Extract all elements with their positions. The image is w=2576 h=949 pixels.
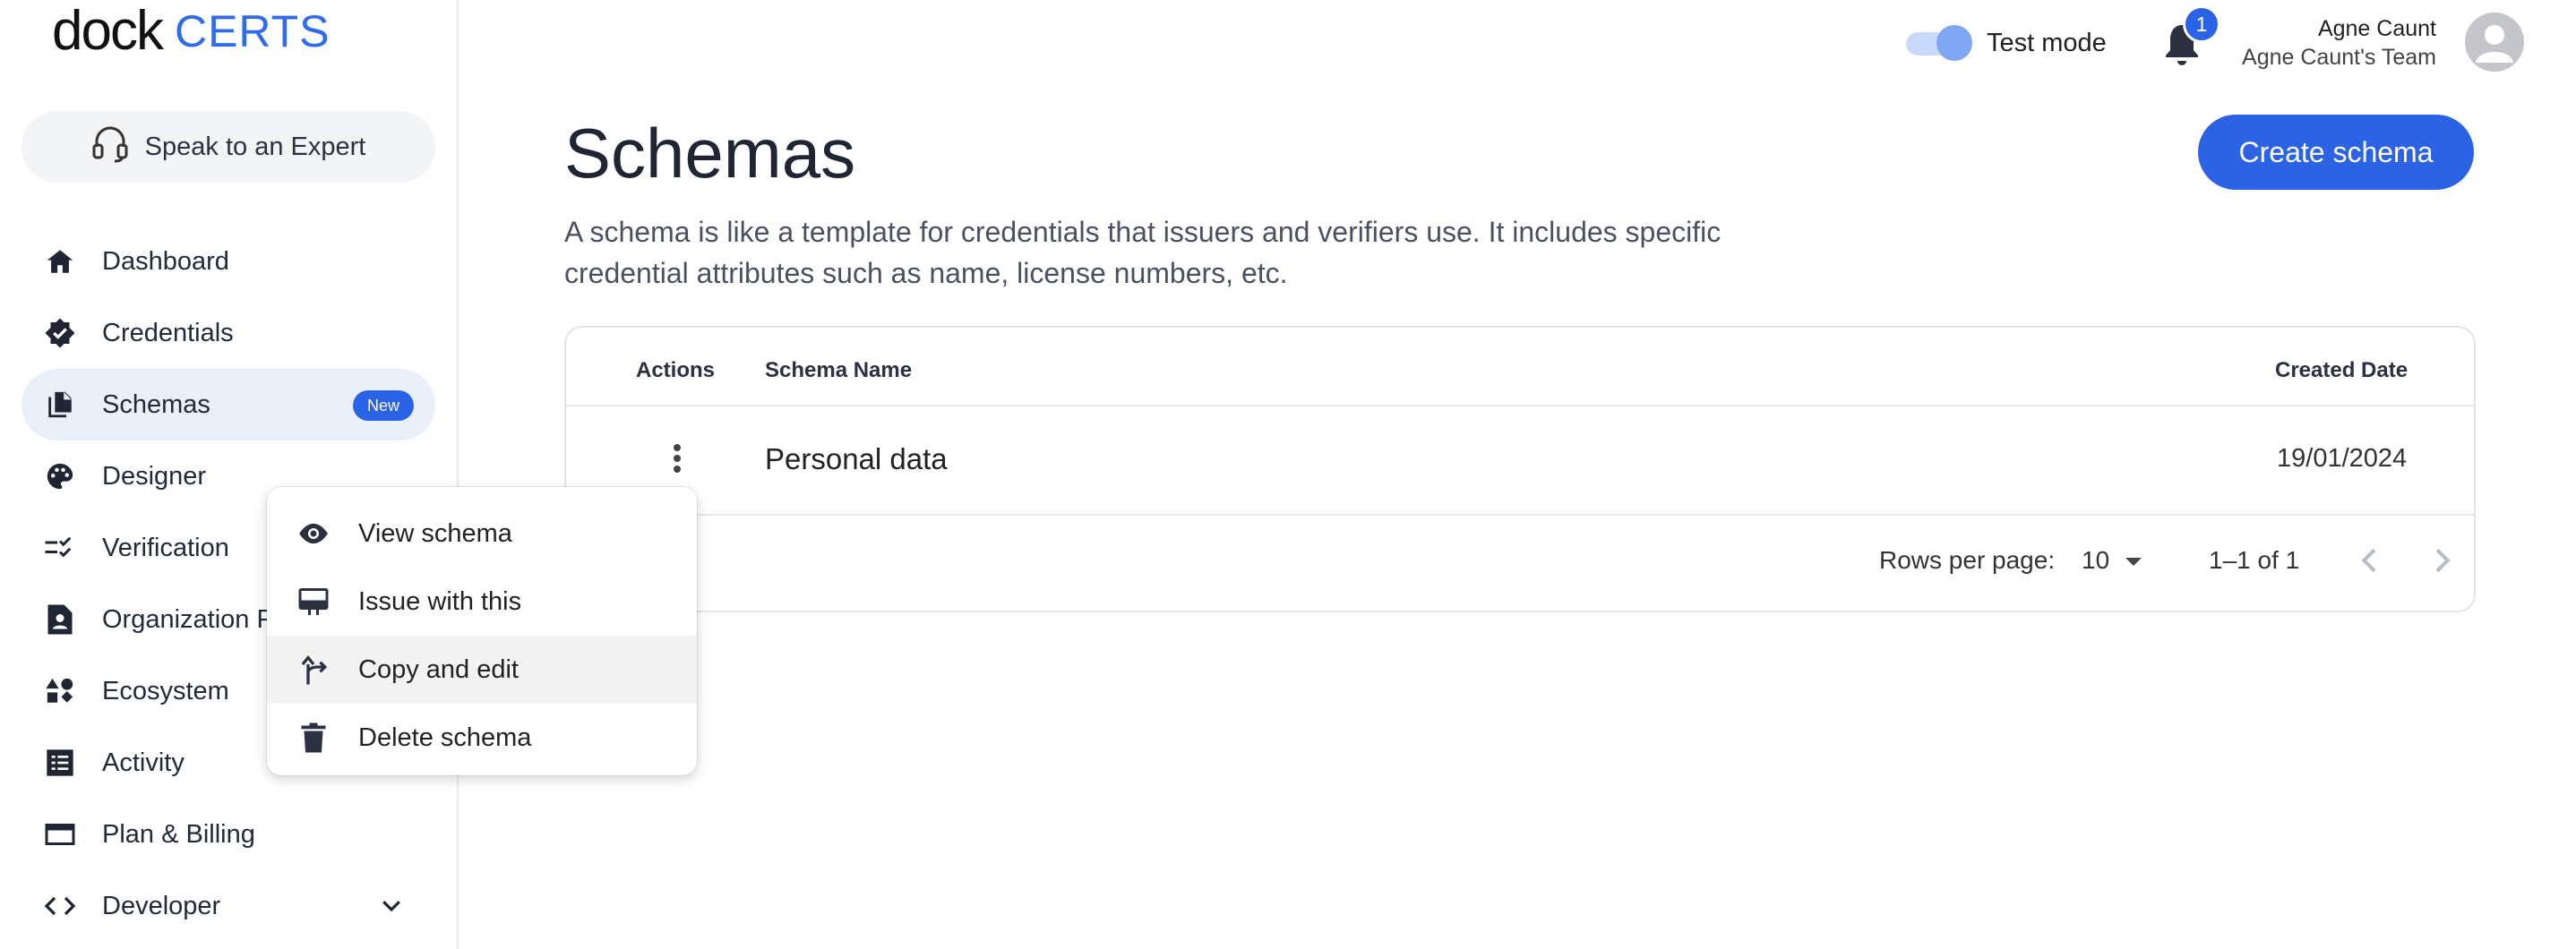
sidebar-item-label: Ecosystem [102, 676, 229, 705]
logo-secondary: CERTS [174, 6, 331, 56]
page-description: A schema is like a template for credenti… [564, 216, 1722, 289]
chevron-left-icon[interactable] [2352, 543, 2388, 578]
sidebar-item-label: Developer [102, 891, 221, 920]
user-name: Agne Caunt [2317, 16, 2436, 41]
sidebar-item-label: Activity [102, 748, 185, 777]
card-icon [43, 817, 77, 851]
dock-certs-logo[interactable]: dock CERTS [52, 0, 331, 63]
header-divider [566, 405, 2474, 406]
page-title: Schemas [564, 114, 856, 192]
sidebar-item-dashboard[interactable]: Dashboard [21, 226, 435, 297]
documents-icon [43, 388, 77, 422]
eye-icon [296, 516, 331, 551]
sidebar-item-label: Credentials [102, 318, 234, 347]
shapes-icon [43, 674, 77, 708]
sidebar-item-label: Designer [102, 461, 207, 491]
list-icon [43, 746, 77, 780]
rows-per-page-label: Rows per page: [1879, 546, 2056, 574]
expert-label: Speak to an Expert [144, 132, 366, 161]
more-vertical-icon[interactable] [659, 440, 695, 476]
test-mode-toggle[interactable] [1904, 25, 1972, 61]
speak-to-expert-button[interactable]: Speak to an Expert [21, 111, 435, 183]
chevron-down-icon[interactable] [378, 892, 405, 926]
sidebar-item-plan-billing[interactable]: Plan & Billing [21, 799, 435, 870]
verified-badge-icon [43, 316, 77, 350]
toggle-knob [1936, 25, 1972, 61]
menu-item-delete-schema[interactable]: Delete schema [267, 704, 697, 772]
column-header-actions: Actions [636, 358, 716, 382]
palette-icon [43, 459, 77, 493]
sidebar-item-label: Dashboard [102, 246, 229, 276]
chevron-right-icon[interactable] [2424, 543, 2460, 578]
schemas-table: Actions Schema Name Created Date Persona… [564, 326, 2476, 612]
created-date-cell: 19/01/2024 [2277, 444, 2408, 473]
menu-item-label: Copy and edit [358, 654, 519, 684]
headset-icon [91, 124, 129, 170]
sidebar: dock CERTS Speak to an Expert Dashboard … [0, 0, 459, 949]
notification-count-badge: 1 [2183, 5, 2220, 43]
rows-per-page-select[interactable]: 10 [2082, 546, 2143, 575]
new-badge: New [352, 390, 414, 421]
row-actions-menu: View schema Issue with this Copy and edi… [267, 487, 697, 775]
sidebar-item-label: Plan & Billing [102, 819, 255, 849]
row-divider [566, 514, 2474, 516]
fork-icon [296, 652, 331, 688]
profile-document-icon [43, 603, 77, 637]
schema-name-cell[interactable]: Personal data [765, 442, 948, 476]
create-schema-button[interactable]: Create schema [2198, 115, 2474, 190]
user-silhouette-icon [2476, 25, 2513, 63]
rows-per-page-value: 10 [2082, 546, 2110, 574]
column-header-created-date[interactable]: Created Date [2275, 358, 2408, 383]
user-team: Agne Caunt's Team [2242, 45, 2436, 70]
sidebar-item-label: Organization P [102, 604, 274, 634]
logo-primary: dock [52, 0, 164, 62]
pagination-range: 1–1 of 1 [2209, 546, 2300, 574]
sidebar-item-label: Schemas [102, 389, 210, 419]
issue-icon [296, 584, 331, 620]
avatar[interactable] [2465, 13, 2524, 72]
trash-icon [296, 720, 331, 756]
menu-item-view-schema[interactable]: View schema [267, 500, 697, 568]
menu-item-label: Issue with this [358, 586, 522, 616]
menu-item-label: View schema [358, 518, 512, 548]
sidebar-item-schemas[interactable]: Schemas New [21, 369, 435, 440]
test-mode-label: Test mode [1987, 29, 2107, 57]
home-icon [43, 244, 77, 278]
sidebar-item-label: Verification [102, 533, 229, 562]
code-icon [43, 889, 77, 923]
checklist-icon [43, 531, 77, 565]
menu-item-issue-with-this[interactable]: Issue with this [267, 568, 697, 636]
menu-item-copy-and-edit[interactable]: Copy and edit [267, 636, 697, 704]
menu-item-label: Delete schema [358, 722, 532, 752]
sidebar-item-credentials[interactable]: Credentials [21, 297, 435, 369]
column-header-schema-name[interactable]: Schema Name [765, 358, 912, 383]
sidebar-item-developer[interactable]: Developer [21, 870, 435, 942]
caret-down-icon [2124, 546, 2143, 575]
